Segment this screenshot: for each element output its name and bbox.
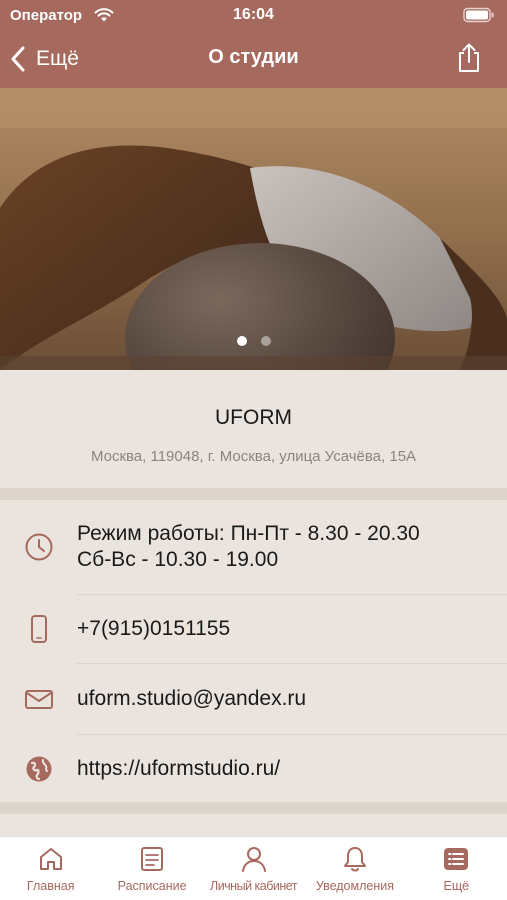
studio-info-card: UFORM Москва, 119048, г. Москва, улица У… (0, 370, 507, 488)
bell-icon (343, 847, 366, 872)
back-button[interactable]: Ещё (10, 42, 79, 76)
home-icon (39, 848, 62, 870)
top-bar: Оператор 16:04 Ещё О студии (0, 0, 507, 88)
tab-profile[interactable]: Личный кабинет (203, 837, 304, 900)
studio-address: Москва, 119048, г. Москва, улица Усачёва… (90, 448, 417, 465)
contact-list: Режим работы: Пн-Пт - 8.30 - 20.30 Сб-Вс… (0, 500, 507, 802)
carousel-page-indicator (0, 336, 507, 346)
battery-icon (463, 7, 494, 23)
list-footer-spacer (0, 814, 507, 836)
tab-bar: Главная Расписание Личный кабинет Уведом… (0, 836, 507, 900)
email-address: uform.studio@yandex.ru (77, 687, 307, 710)
tab-notifications-label: Уведомления (315, 879, 394, 893)
tab-notifications[interactable]: Уведомления (304, 837, 405, 900)
working-hours-weekdays: Режим работы: Пн-Пт - 8.30 - 20.30 (77, 522, 420, 545)
tab-schedule[interactable]: Расписание (101, 837, 202, 900)
schedule-icon (141, 847, 164, 871)
carousel-dot (236, 336, 247, 346)
section-separator (0, 488, 507, 500)
tab-profile-label: Личный кабинет (209, 879, 298, 893)
tab-home[interactable]: Главная (0, 837, 101, 900)
tab-home-label: Главная (26, 879, 75, 893)
tab-more-label: Ещё (443, 879, 470, 893)
working-hours-weekend: Сб-Вс - 10.30 - 19.00 (77, 548, 279, 571)
website-row[interactable]: https://uformstudio.ru/ (0, 735, 507, 802)
email-row[interactable]: uform.studio@yandex.ru (0, 664, 507, 734)
studio-photo (0, 88, 507, 370)
section-separator (0, 802, 507, 814)
carousel-dot (260, 336, 271, 346)
back-button-label: Ещё (36, 47, 79, 70)
share-icon[interactable] (455, 42, 483, 74)
studio-name: UFORM (215, 406, 292, 429)
tab-schedule-label: Расписание (117, 879, 187, 893)
profile-icon (241, 847, 266, 872)
phone-number: +7(915)0151155 (77, 617, 231, 640)
studio-photo-carousel[interactable] (0, 88, 507, 370)
working-hours-text: Режим работы: Пн-Пт - 8.30 - 20.30 Сб-Вс… (77, 521, 487, 573)
phone-icon (31, 615, 47, 643)
chevron-left-icon (11, 46, 25, 72)
website-link: https://uformstudio.ru/ (77, 756, 281, 780)
working-hours-row: Режим работы: Пн-Пт - 8.30 - 20.30 Сб-Вс… (0, 500, 507, 594)
phone-row[interactable]: +7(915)0151155 (0, 595, 507, 663)
tab-more[interactable]: Ещё (406, 837, 507, 900)
status-bar: Оператор 16:04 (0, 0, 507, 30)
navigation-bar: Ещё О студии (0, 34, 507, 84)
clock-icon (25, 533, 53, 561)
globe-icon (26, 756, 52, 781)
status-time: 16:04 (233, 6, 274, 23)
more-list-icon (444, 848, 469, 870)
envelope-icon (25, 690, 53, 709)
